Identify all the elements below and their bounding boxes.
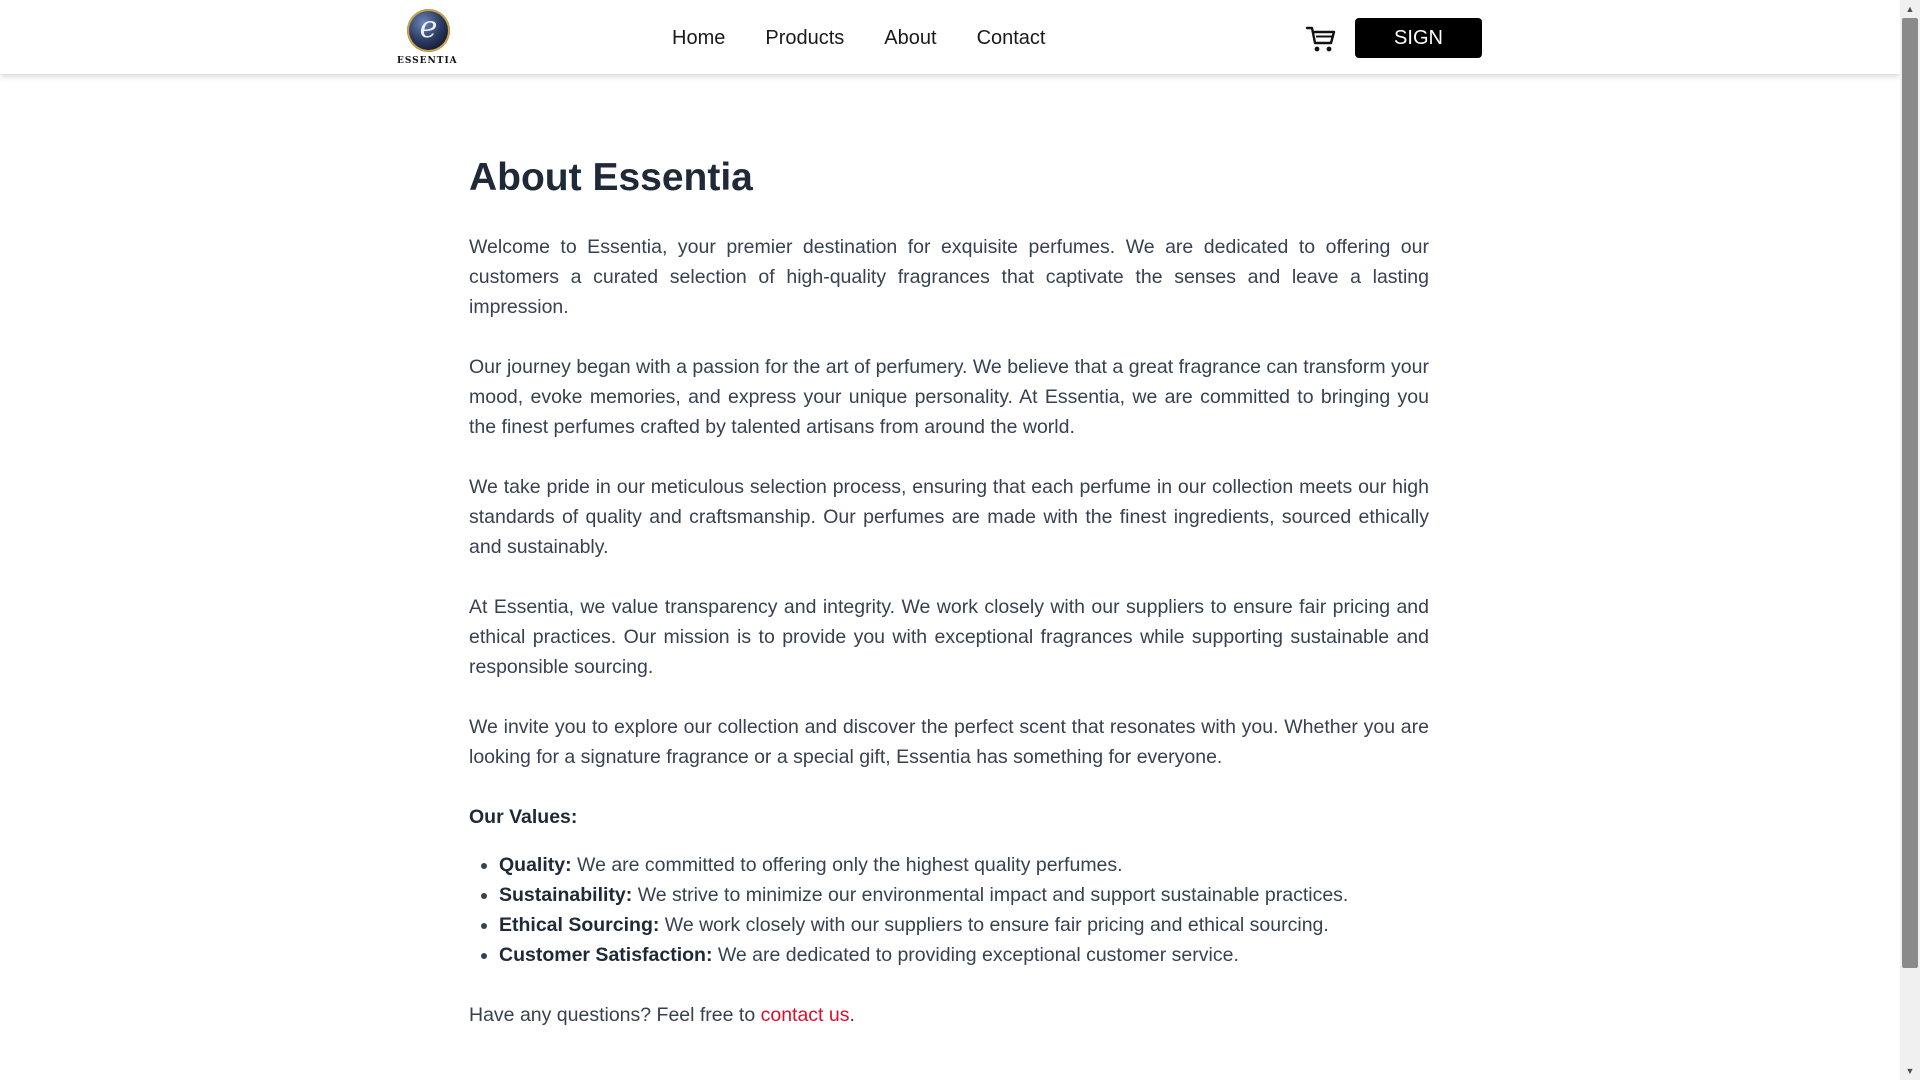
nav-item-products[interactable]: Products — [765, 24, 844, 52]
value-item-quality: Quality: We are committed to offering on… — [499, 850, 1429, 880]
vertical-scrollbar[interactable]: ▲ ▼ — [1900, 0, 1920, 1080]
scrollbar-thumb[interactable] — [1902, 18, 1918, 968]
questions-prefix: Have any questions? Feel free to — [469, 1004, 761, 1026]
about-paragraph-selection: We take pride in our meticulous selectio… — [469, 476, 1429, 558]
nav-item-about[interactable]: About — [884, 24, 936, 52]
value-name: Customer Satisfaction: — [499, 944, 713, 966]
about-paragraph-welcome: Welcome to Essentia, your premier destin… — [469, 236, 1429, 318]
about-paragraph-transparency: At Essentia, we value transparency and i… — [469, 596, 1429, 678]
values-heading: Our Values: — [469, 806, 578, 828]
nav-item-home[interactable]: Home — [672, 24, 725, 52]
about-paragraph-invite: We invite you to explore our collection … — [469, 716, 1429, 768]
contact-us-link[interactable]: contact us — [761, 1004, 850, 1026]
value-item-sustainability: Sustainability: We strive to minimize ou… — [499, 880, 1429, 910]
main-nav: Home Products About Contact — [672, 24, 1046, 52]
value-item-ethical-sourcing: Ethical Sourcing: We work closely with o… — [499, 910, 1429, 940]
page-title: About Essentia — [469, 156, 753, 199]
sign-button[interactable]: SIGN — [1355, 18, 1482, 58]
scroll-up-arrow-icon[interactable]: ▲ — [1900, 0, 1920, 18]
logo-monogram: e — [419, 10, 438, 45]
page: e ESSENTIA Home Products About Contact S… — [0, 0, 1900, 1080]
shopping-cart-icon[interactable] — [1305, 24, 1337, 54]
value-name: Sustainability: — [499, 884, 633, 906]
value-text: We are committed to offering only the hi… — [571, 854, 1123, 876]
about-paragraph-journey: Our journey began with a passion for the… — [469, 356, 1429, 438]
brand-logo[interactable]: e ESSENTIA — [397, 7, 457, 69]
site-header: e ESSENTIA Home Products About Contact S… — [0, 0, 1900, 74]
about-section: About Essentia Welcome to Essentia, your… — [469, 150, 1429, 1060]
values-list: Quality: We are committed to offering on… — [469, 850, 1429, 970]
value-name: Ethical Sourcing: — [499, 914, 660, 936]
questions-line: Have any questions? Feel free to contact… — [469, 1000, 1429, 1030]
value-text: We work closely with our suppliers to en… — [659, 914, 1329, 936]
value-item-customer-satisfaction: Customer Satisfaction: We are dedicated … — [499, 940, 1429, 970]
logo-emblem-icon: e — [407, 9, 450, 52]
value-text: We strive to minimize our environmental … — [632, 884, 1349, 906]
questions-suffix: . — [849, 1004, 855, 1026]
scroll-down-arrow-icon[interactable]: ▼ — [1900, 1062, 1920, 1080]
value-text: We are dedicated to providing exceptiona… — [712, 944, 1239, 966]
value-name: Quality: — [499, 854, 572, 876]
nav-item-contact[interactable]: Contact — [977, 24, 1046, 52]
logo-wordmark: ESSENTIA — [397, 56, 458, 66]
